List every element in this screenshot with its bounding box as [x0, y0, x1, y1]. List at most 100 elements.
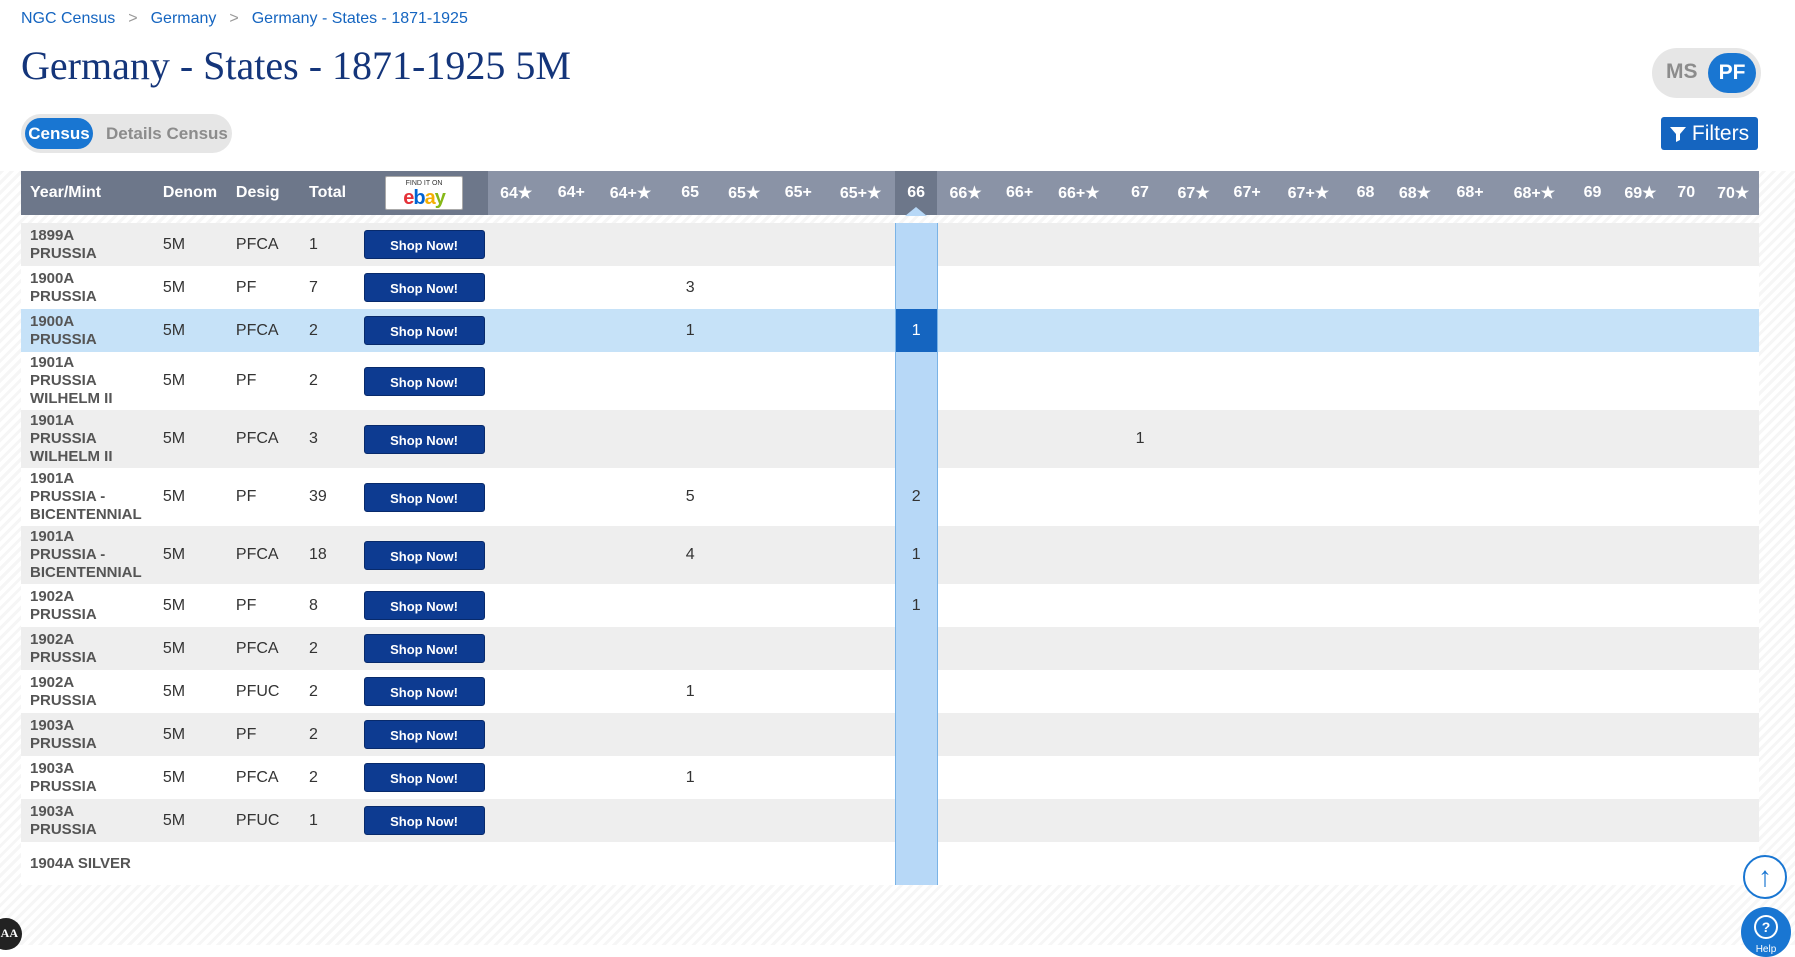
cell-grade[interactable] [1569, 799, 1616, 842]
table-row[interactable]: 1903A PRUSSIA 5M PFUC 1 Shop Now! [21, 799, 1759, 842]
cell-grade[interactable] [488, 627, 544, 670]
cell-grade[interactable] [937, 309, 994, 352]
cell-grade[interactable] [937, 468, 994, 526]
cell-grade[interactable] [1274, 352, 1342, 410]
cell-grade[interactable] [1045, 352, 1113, 410]
cell-grade[interactable] [826, 468, 896, 526]
cell-grade-selected[interactable] [894, 223, 938, 266]
pf-option[interactable]: PF [1708, 53, 1756, 93]
cell-year-mint[interactable]: 1903A PRUSSIA [21, 799, 154, 842]
cell-grade[interactable] [1219, 352, 1275, 410]
cell-grade-selected[interactable]: 2 [894, 468, 938, 526]
cell-grade[interactable] [1167, 526, 1220, 584]
cell-grade[interactable] [1219, 842, 1275, 885]
cell-grade[interactable] [1615, 799, 1666, 842]
cell-grade[interactable] [1045, 627, 1113, 670]
cell-grade[interactable] [717, 266, 771, 309]
cell-grade[interactable] [993, 309, 1046, 352]
cell-grade[interactable] [543, 842, 599, 885]
cell-grade[interactable] [1707, 756, 1759, 799]
cell-grade[interactable] [1389, 309, 1441, 352]
cell-grade[interactable] [1665, 756, 1708, 799]
cell-grade[interactable] [1499, 756, 1570, 799]
cell-grade[interactable] [1167, 842, 1220, 885]
cell-grade[interactable] [1665, 266, 1708, 309]
cell-grade[interactable] [770, 713, 827, 756]
cell-grade[interactable] [1440, 713, 1500, 756]
cell-grade[interactable] [1274, 410, 1342, 468]
cell-grade[interactable] [1341, 756, 1390, 799]
cell-grade[interactable] [1167, 352, 1220, 410]
cell-grade[interactable] [1569, 266, 1616, 309]
cell-grade[interactable] [937, 352, 994, 410]
table-row[interactable]: 1902A PRUSSIA 5M PF 8 Shop Now! 1 [21, 584, 1759, 627]
help-button[interactable]: ? Help [1741, 907, 1791, 957]
cell-grade-selected[interactable]: 1 [894, 526, 938, 584]
cell-grade[interactable] [770, 468, 827, 526]
header-grade[interactable]: 66+★ [1045, 171, 1113, 215]
cell-grade[interactable] [1112, 468, 1168, 526]
cell-grade[interactable] [1341, 713, 1390, 756]
cell-grade[interactable] [1274, 584, 1342, 627]
cell-year-mint[interactable]: 1900A PRUSSIA [21, 309, 154, 352]
cell-grade[interactable] [598, 799, 663, 842]
cell-grade[interactable] [1274, 670, 1342, 713]
cell-grade[interactable] [488, 352, 544, 410]
cell-grade[interactable] [662, 713, 718, 756]
census-tab[interactable]: Census [25, 118, 93, 149]
cell-grade[interactable] [770, 627, 827, 670]
cell-grade[interactable] [488, 309, 544, 352]
cell-grade[interactable] [1389, 584, 1441, 627]
cell-grade[interactable] [662, 584, 718, 627]
cell-grade[interactable] [1112, 584, 1168, 627]
cell-grade[interactable] [826, 799, 896, 842]
cell-grade[interactable] [543, 468, 599, 526]
cell-grade[interactable] [993, 410, 1046, 468]
cell-grade[interactable] [1045, 799, 1113, 842]
cell-grade[interactable] [543, 799, 599, 842]
cell-grade[interactable] [1045, 670, 1113, 713]
cell-grade[interactable] [488, 468, 544, 526]
cell-grade[interactable] [1389, 410, 1441, 468]
cell-grade[interactable] [1167, 266, 1220, 309]
cell-grade-selected[interactable]: 1 [894, 309, 938, 352]
cell-grade[interactable]: 4 [662, 526, 718, 584]
cell-grade[interactable] [1440, 352, 1500, 410]
cell-grade[interactable] [488, 756, 544, 799]
cell-grade[interactable] [1112, 223, 1168, 266]
shop-now-button[interactable]: Shop Now! [363, 230, 485, 259]
cell-grade[interactable] [488, 223, 544, 266]
cell-grade[interactable] [993, 756, 1046, 799]
cell-grade[interactable] [770, 799, 827, 842]
cell-grade[interactable] [1341, 526, 1390, 584]
cell-grade[interactable] [1389, 799, 1441, 842]
cell-grade[interactable] [1615, 468, 1666, 526]
cell-grade[interactable] [993, 584, 1046, 627]
cell-year-mint[interactable]: 1902A PRUSSIA [21, 627, 154, 670]
cell-grade[interactable] [1665, 309, 1708, 352]
cell-grade-selected[interactable] [894, 266, 938, 309]
cell-grade[interactable] [717, 526, 771, 584]
cell-grade-selected[interactable] [894, 670, 938, 713]
cell-grade[interactable] [488, 266, 544, 309]
cell-grade[interactable] [1707, 223, 1759, 266]
cell-grade[interactable] [488, 670, 544, 713]
cell-grade[interactable] [662, 627, 718, 670]
cell-grade[interactable] [826, 410, 896, 468]
cell-grade-selected[interactable]: 1 [894, 584, 938, 627]
cell-grade[interactable] [717, 842, 771, 885]
cell-grade[interactable] [1389, 526, 1441, 584]
cell-grade[interactable] [662, 410, 718, 468]
cell-grade[interactable] [1341, 627, 1390, 670]
cell-grade[interactable] [488, 799, 544, 842]
cell-grade[interactable] [717, 468, 771, 526]
cell-grade[interactable] [1499, 842, 1570, 885]
table-row[interactable]: 1901A PRUSSIA - BICENTENNIAL 5M PF 39 Shop Now… [21, 468, 1759, 526]
shop-now-button[interactable]: Shop Now! [363, 316, 485, 345]
cell-grade[interactable] [598, 756, 663, 799]
cell-grade[interactable] [1440, 223, 1500, 266]
table-row[interactable]: 1899A PRUSSIA 5M PFCA 1 Shop Now! [21, 223, 1759, 266]
cell-grade[interactable] [662, 842, 718, 885]
cell-grade-selected[interactable] [894, 713, 938, 756]
header-grade[interactable]: 67+ [1219, 171, 1275, 215]
